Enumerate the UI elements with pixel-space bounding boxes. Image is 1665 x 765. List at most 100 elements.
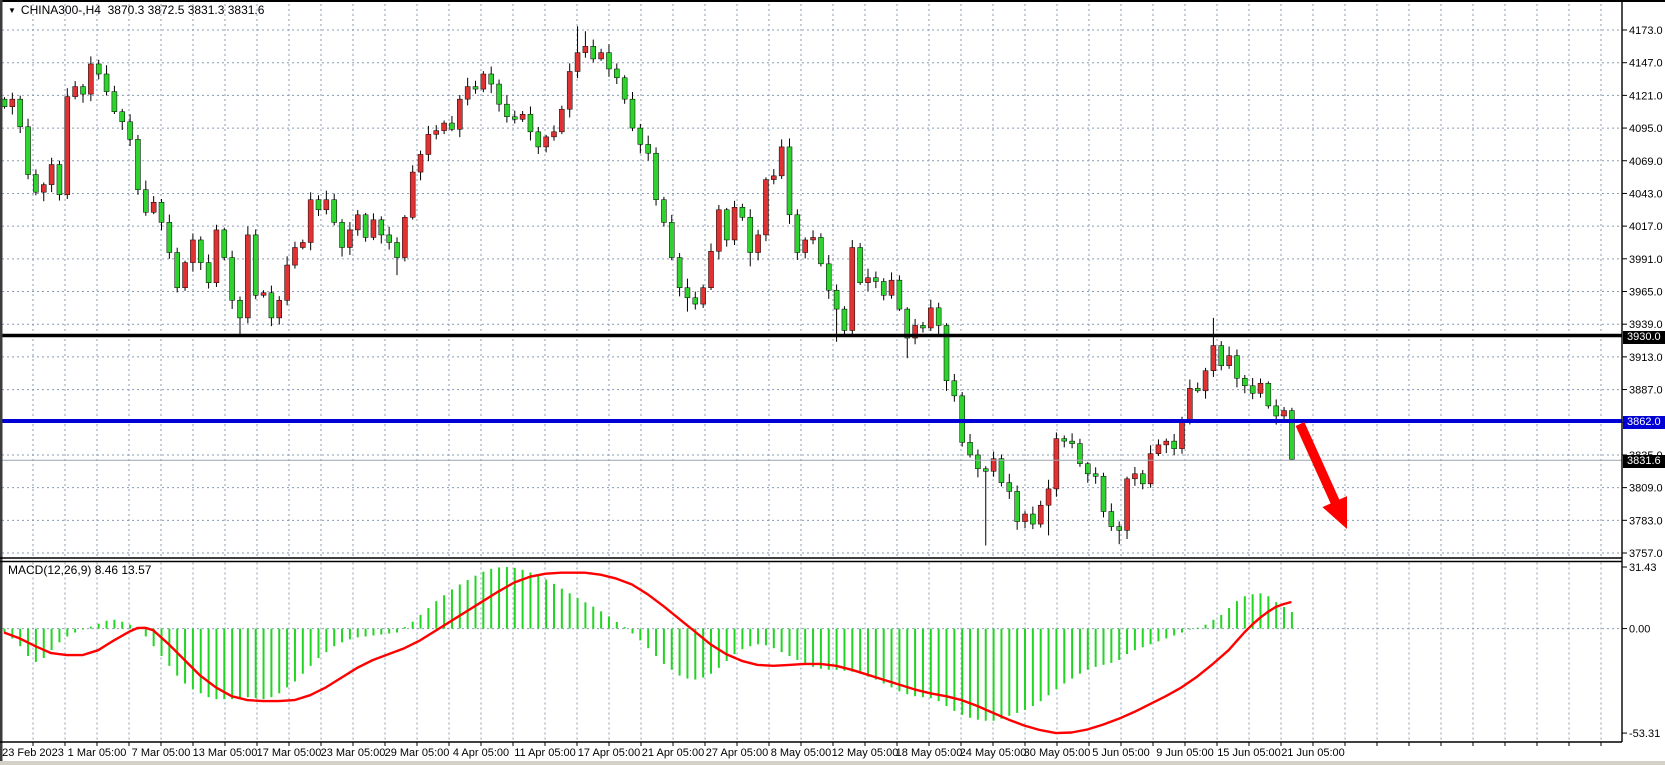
time-axis-label[interactable]: 1 Mar 05:00	[68, 747, 127, 759]
macd-histogram-bar	[781, 629, 783, 653]
macd-histogram-bar	[734, 629, 736, 654]
candle-body	[630, 99, 635, 128]
macd-histogram-bar	[1024, 629, 1026, 710]
macd-histogram-bar	[365, 629, 367, 637]
candle-body	[1282, 411, 1287, 416]
macd-histogram-bar	[592, 607, 594, 629]
candle-body	[206, 263, 211, 283]
candle-body	[230, 258, 235, 301]
window-bottom-strip	[0, 761, 1665, 765]
macd-histogram-bar	[985, 629, 987, 721]
time-axis-label[interactable]: 15 Jun 05:00	[1217, 747, 1281, 759]
candle-body	[1289, 411, 1294, 460]
candle-body	[65, 97, 70, 195]
macd-histogram-bar	[404, 627, 406, 629]
macd-histogram-bar	[1244, 596, 1246, 628]
candle-body	[677, 258, 682, 288]
macd-histogram-bar	[506, 567, 508, 629]
time-axis-label[interactable]: 21 Jun 05:00	[1281, 747, 1345, 759]
candle-body	[1007, 483, 1012, 492]
time-axis-label[interactable]: 4 Apr 05:00	[453, 747, 509, 759]
price-axis-label: 4173.0	[1629, 25, 1663, 37]
candle-body	[1070, 441, 1075, 444]
macd-histogram-bar	[1063, 629, 1065, 684]
macd-histogram-bar	[569, 593, 571, 628]
candle-body	[928, 308, 933, 328]
macd-histogram-bar	[647, 629, 649, 649]
time-axis-label[interactable]: 17 Apr 05:00	[578, 747, 640, 759]
chart-canvas[interactable]: 4173.04147.04121.04095.04069.04043.04017…	[0, 0, 1665, 765]
candle-body	[881, 281, 886, 295]
time-axis-label[interactable]: 23 Feb 2023	[2, 747, 64, 759]
macd-histogram-bar	[74, 629, 76, 633]
candle-body	[763, 180, 768, 235]
macd-histogram-bar	[412, 622, 414, 629]
candle-body	[183, 263, 188, 288]
macd-histogram-bar	[898, 629, 900, 692]
macd-histogram-bar	[192, 629, 194, 690]
candle-body	[238, 300, 243, 318]
candle-body	[504, 104, 509, 117]
time-axis-label[interactable]: 24 May 05:00	[960, 747, 1027, 759]
price-axis-label: 3991.0	[1629, 254, 1663, 266]
candle-body	[73, 87, 78, 97]
time-axis-label[interactable]: 13 Mar 05:00	[193, 747, 258, 759]
candle-body	[661, 200, 666, 223]
candle-body	[340, 222, 345, 247]
time-axis-label[interactable]: 18 May 05:00	[896, 747, 963, 759]
macd-histogram-bar	[1079, 629, 1081, 674]
macd-histogram-bar	[1055, 629, 1057, 690]
time-axis-label[interactable]: 9 Jun 05:00	[1156, 747, 1214, 759]
candle-body	[1062, 439, 1067, 442]
candle-body	[1195, 388, 1200, 391]
candle-body	[873, 278, 878, 282]
candle-body	[434, 131, 439, 135]
candle-body	[387, 235, 392, 243]
time-axis-label[interactable]: 7 Mar 05:00	[132, 747, 191, 759]
candle-body	[1242, 378, 1247, 386]
macd-histogram-bar	[577, 598, 579, 629]
title-spacer	[101, 3, 108, 17]
time-axis-label[interactable]: 11 Apr 05:00	[514, 747, 576, 759]
symbol-dropdown-icon[interactable]: ▼	[8, 6, 16, 15]
macd-histogram-bar	[616, 622, 618, 629]
candle-body	[410, 172, 415, 217]
macd-histogram-bar	[121, 622, 123, 629]
candle-body	[944, 325, 949, 380]
time-axis-label[interactable]: 8 May 05:00	[771, 747, 832, 759]
candle-body	[1109, 512, 1114, 527]
macd-histogram-bar	[1189, 629, 1191, 630]
macd-histogram-bar	[537, 576, 539, 629]
candle-body	[999, 459, 1004, 483]
macd-histogram-bar	[804, 629, 806, 664]
time-axis-label[interactable]: 29 Mar 05:00	[385, 747, 450, 759]
time-axis-label[interactable]: 17 Mar 05:00	[257, 747, 322, 759]
time-axis-label[interactable]: 30 May 05:00	[1024, 747, 1091, 759]
time-axis-label[interactable]: 21 Apr 05:00	[642, 747, 704, 759]
candle-body	[18, 99, 23, 127]
macd-histogram-bar	[66, 629, 68, 637]
time-axis-label[interactable]: 12 May 05:00	[832, 747, 899, 759]
macd-histogram-bar	[843, 629, 845, 671]
macd-histogram-bar	[82, 629, 84, 630]
candle-body	[112, 92, 117, 112]
macd-histogram-bar	[113, 620, 115, 629]
macd-histogram-bar	[106, 621, 108, 629]
candle-body	[858, 247, 863, 282]
macd-histogram-bar	[58, 629, 60, 643]
candle-body	[968, 442, 973, 455]
macd-histogram-bar	[584, 602, 586, 628]
symbol-timeframe-label: CHINA300-,H4	[21, 3, 101, 17]
macd-histogram-bar	[247, 629, 249, 698]
candle-body	[599, 53, 604, 59]
candle-body	[1125, 479, 1130, 531]
macd-histogram-bar	[161, 629, 163, 656]
time-axis-label[interactable]: 5 Jun 05:00	[1092, 747, 1150, 759]
macd-histogram-bar	[388, 629, 390, 634]
time-axis-label[interactable]: 27 Apr 05:00	[706, 747, 768, 759]
candle-body	[559, 109, 564, 132]
time-axis-label[interactable]: 23 Mar 05:00	[321, 747, 386, 759]
macd-histogram-bar	[765, 629, 767, 646]
macd-histogram-bar	[679, 629, 681, 676]
candle-body	[355, 215, 360, 230]
